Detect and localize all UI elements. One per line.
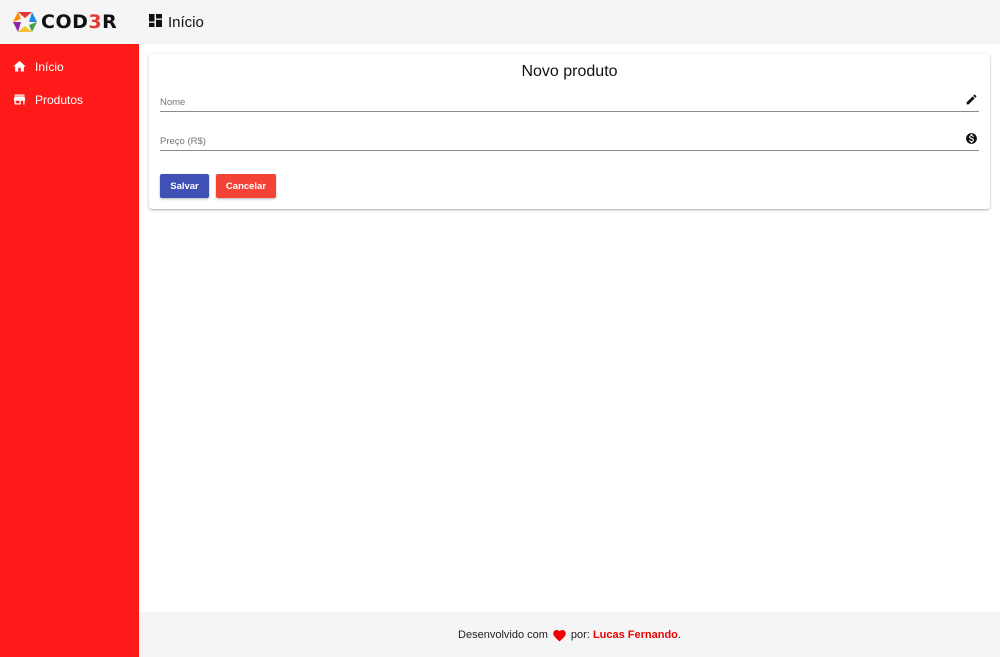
home-icon <box>13 60 26 72</box>
logo[interactable]: COD3R <box>12 10 132 34</box>
sidebar-item-produtos[interactable]: Produtos <box>0 83 139 116</box>
save-button[interactable]: Salvar <box>160 174 209 198</box>
author-name: Lucas Fernando <box>592 628 678 641</box>
form-title: Novo produto <box>521 63 618 80</box>
page-title: Início <box>168 13 204 31</box>
dollar-circle-icon <box>966 133 977 144</box>
price-field <box>160 129 979 151</box>
footer-text: Desenvolvido com <box>458 628 548 641</box>
header-title: Início <box>149 14 204 31</box>
name-input[interactable] <box>160 97 940 108</box>
logo-text: COD3R <box>41 10 118 33</box>
dashboard-icon <box>149 14 162 27</box>
footer-period: . <box>677 628 681 641</box>
price-input[interactable] <box>160 136 940 147</box>
name-field <box>160 90 979 112</box>
sidebar-item-label: Início <box>35 59 64 74</box>
product-form-card: Novo produto Salvar Cancelar <box>149 54 990 209</box>
footer: Desenvolvido com por: Lucas Fernando. <box>139 612 1000 657</box>
footer-by-text: por: <box>570 628 590 641</box>
sidebar-item-label: Produtos <box>35 92 84 107</box>
top-header: COD3R Início <box>0 0 1000 44</box>
pencil-icon <box>966 94 977 105</box>
sidebar-item-inicio[interactable]: Início <box>0 50 139 83</box>
cancel-button[interactable]: Cancelar <box>216 174 276 198</box>
cube-logo-icon <box>13 12 37 32</box>
heart-icon <box>553 629 566 641</box>
store-icon <box>13 94 26 105</box>
sidebar: Início Produtos <box>0 44 139 657</box>
